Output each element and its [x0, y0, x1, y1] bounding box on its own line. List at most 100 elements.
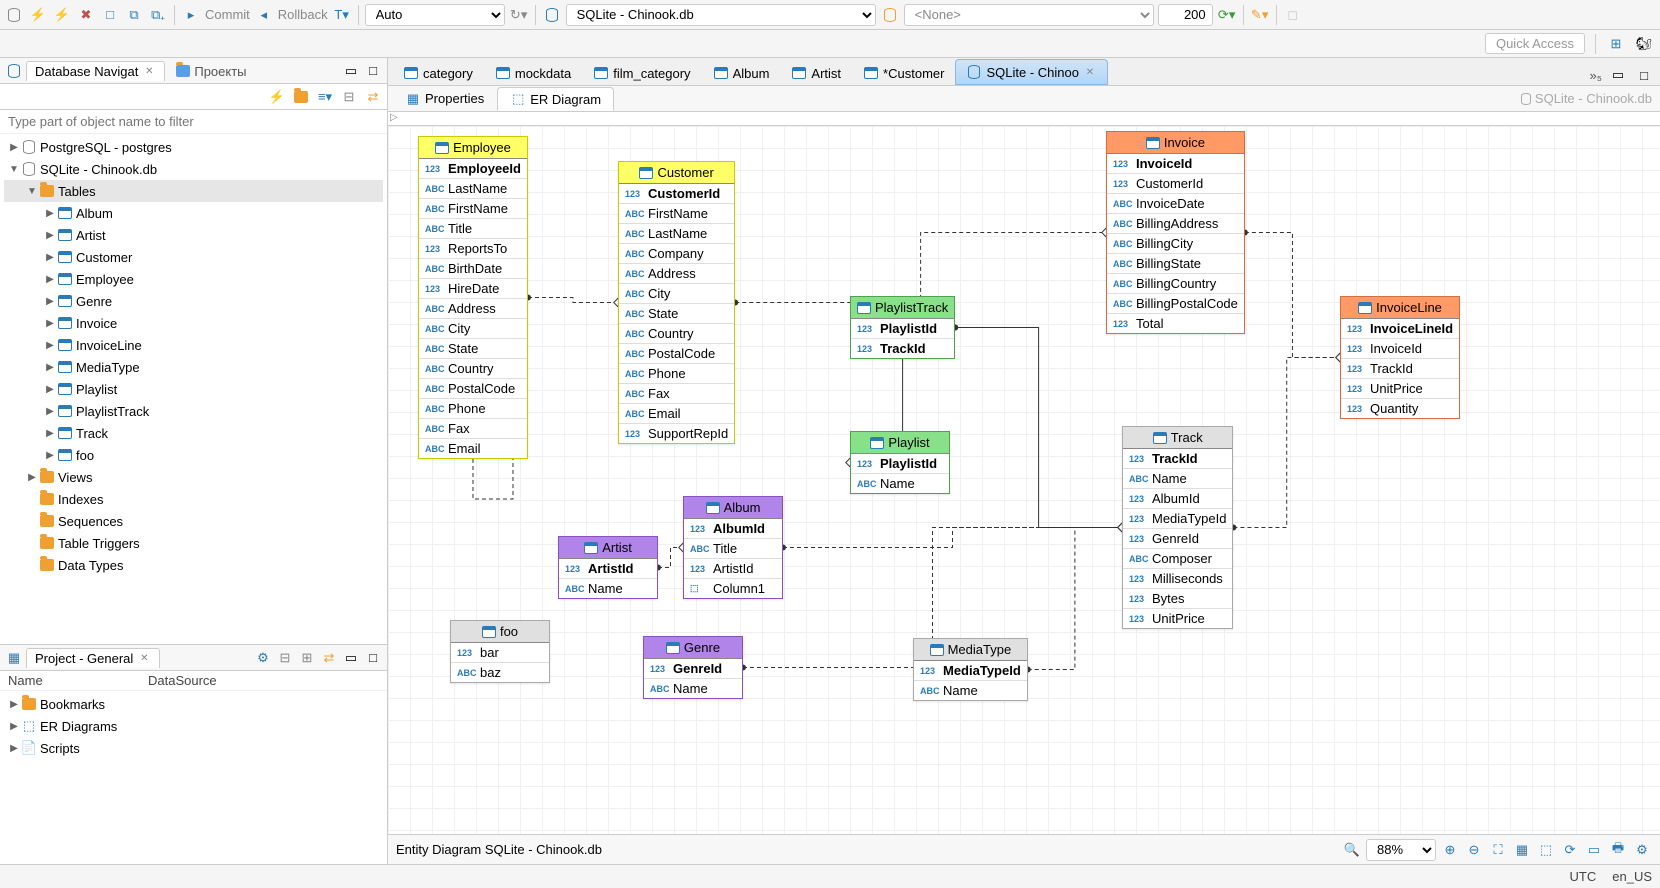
sql-editor-icon[interactable]: □: [100, 5, 120, 25]
entity-column[interactable]: 123Total: [1107, 313, 1244, 333]
entity-column[interactable]: 123InvoiceId: [1107, 154, 1244, 173]
search-icon[interactable]: 🔍: [1342, 840, 1362, 860]
tree-arrow-icon[interactable]: ▶: [44, 384, 56, 395]
entity-column[interactable]: ABCPostalCode: [419, 378, 527, 398]
entity-column[interactable]: ABCFax: [619, 383, 734, 403]
tree-arrow-icon[interactable]: ▶: [44, 428, 56, 439]
tree-item-playlist[interactable]: ▶Playlist: [4, 378, 383, 400]
tree-arrow-icon[interactable]: ▶: [44, 318, 56, 329]
tree-arrow-icon[interactable]: ▼: [26, 186, 38, 197]
entity-column[interactable]: ABCAddress: [419, 298, 527, 318]
project-item-scripts[interactable]: ▶📄Scripts: [4, 737, 383, 759]
entity-column[interactable]: 123AlbumId: [684, 519, 782, 538]
editor-tab-album[interactable]: Album: [702, 60, 781, 85]
expand-handle-icon[interactable]: ▷: [390, 112, 398, 123]
entity-column[interactable]: ABCCity: [419, 318, 527, 338]
entity-header[interactable]: foo: [451, 621, 549, 643]
recent-sql-icon[interactable]: ⧉₊: [148, 5, 168, 25]
refresh-icon[interactable]: ⟳▾: [1217, 5, 1237, 25]
zoom-in-icon[interactable]: ⊕: [1440, 840, 1460, 860]
tree-item-indexes[interactable]: Indexes: [4, 488, 383, 510]
close-icon[interactable]: ✕: [137, 651, 151, 665]
entity-column[interactable]: ABCbaz: [451, 662, 549, 682]
entity-column[interactable]: 123ArtistId: [559, 559, 657, 578]
entity-column[interactable]: 123SupportRepId: [619, 423, 734, 443]
status-locale[interactable]: en_US: [1612, 869, 1652, 884]
tree-item-sqlite-chinook-db[interactable]: ▼SQLite - Chinook.db: [4, 158, 383, 180]
entity-column[interactable]: ABCInvoiceDate: [1107, 193, 1244, 213]
tree-arrow-icon[interactable]: ▶: [8, 142, 20, 153]
entity-column[interactable]: ABCFirstName: [419, 198, 527, 218]
zoom-select[interactable]: 88%: [1366, 839, 1436, 861]
entity-column[interactable]: 123ReportsTo: [419, 238, 527, 258]
entity-genre[interactable]: Genre123GenreIdABCName: [643, 636, 743, 699]
collapse-icon[interactable]: ⊟: [339, 87, 359, 107]
entity-header[interactable]: Invoice: [1107, 132, 1244, 154]
history-icon[interactable]: ↻▾: [509, 5, 529, 25]
close-icon[interactable]: ✕: [142, 64, 156, 78]
tree-item-album[interactable]: ▶Album: [4, 202, 383, 224]
plug-icon[interactable]: ⚡: [267, 87, 287, 107]
entity-column[interactable]: 123MediaTypeId: [914, 661, 1027, 680]
marker-icon[interactable]: ✎▾: [1250, 5, 1270, 25]
nav-tree[interactable]: ▶PostgreSQL - postgres▼SQLite - Chinook.…: [0, 134, 387, 644]
entity-column[interactable]: ABCName: [559, 578, 657, 598]
tree-item-playlisttrack[interactable]: ▶PlaylistTrack: [4, 400, 383, 422]
grid-icon[interactable]: ▦: [1512, 840, 1532, 860]
entity-column[interactable]: 123InvoiceLineId: [1341, 319, 1459, 338]
tree-item-postgresql-postgres[interactable]: ▶PostgreSQL - postgres: [4, 136, 383, 158]
entity-column[interactable]: ABCCountry: [619, 323, 734, 343]
entity-header[interactable]: PlaylistTrack: [851, 297, 954, 319]
rollback-label[interactable]: Rollback: [278, 7, 328, 22]
new-folder-icon[interactable]: [291, 87, 311, 107]
entity-column[interactable]: 123PlaylistId: [851, 319, 954, 338]
entity-column[interactable]: 123Bytes: [1123, 588, 1232, 608]
entity-column[interactable]: ABCBillingCity: [1107, 233, 1244, 253]
entity-column[interactable]: 123AlbumId: [1123, 488, 1232, 508]
tree-item-artist[interactable]: ▶Artist: [4, 224, 383, 246]
entity-column[interactable]: 123CustomerId: [1107, 173, 1244, 193]
entity-column[interactable]: 123PlaylistId: [851, 454, 949, 473]
project-item-bookmarks[interactable]: ▶Bookmarks: [4, 693, 383, 715]
tree-arrow-icon[interactable]: ▶: [26, 472, 38, 483]
editor-tab-filmcategory[interactable]: film_category: [582, 60, 701, 85]
entity-mediatype[interactable]: MediaType123MediaTypeIdABCName: [913, 638, 1028, 701]
tree-arrow-icon[interactable]: ▼: [8, 164, 20, 175]
editor-tab-sqlitechinoo[interactable]: SQLite - Chinoo✕: [955, 59, 1108, 85]
tree-item-customer[interactable]: ▶Customer: [4, 246, 383, 268]
sql-editor-new-icon[interactable]: ⧉: [124, 5, 144, 25]
entity-artist[interactable]: Artist123ArtistIdABCName: [558, 536, 658, 599]
tree-item-genre[interactable]: ▶Genre: [4, 290, 383, 312]
project-tree[interactable]: ▶Bookmarks▶⬚ER Diagrams▶📄Scripts: [0, 691, 387, 864]
editor-tab-artist[interactable]: Artist: [780, 60, 852, 85]
config-icon[interactable]: ≡▾: [315, 87, 335, 107]
entity-column[interactable]: 123TrackId: [1341, 358, 1459, 378]
tree-arrow-icon[interactable]: ▶: [44, 274, 56, 285]
link-icon[interactable]: ⇄: [363, 87, 383, 107]
gear-icon[interactable]: ⚙: [1632, 840, 1652, 860]
tree-item-views[interactable]: ▶Views: [4, 466, 383, 488]
stop-icon[interactable]: ◻: [1283, 5, 1303, 25]
entity-column[interactable]: ABCLastName: [619, 223, 734, 243]
tree-arrow-icon[interactable]: ▶: [44, 406, 56, 417]
collapse-icon[interactable]: ⊟: [275, 648, 295, 668]
transaction-mode-icon[interactable]: T▾: [332, 5, 352, 25]
connect-icon[interactable]: ⚡: [52, 5, 72, 25]
entity-foo[interactable]: foo123barABCbaz: [450, 620, 550, 683]
tree-arrow-icon[interactable]: ▶: [8, 743, 20, 754]
entity-column[interactable]: 123TrackId: [851, 338, 954, 358]
tree-arrow-icon[interactable]: ▶: [8, 721, 20, 732]
perspective-icon[interactable]: ⊞: [1606, 34, 1626, 54]
entity-column[interactable]: ABCCountry: [419, 358, 527, 378]
quick-access-button[interactable]: Quick Access: [1485, 33, 1585, 54]
entity-column[interactable]: 123ArtistId: [684, 558, 782, 578]
tree-item-tables[interactable]: ▼Tables: [4, 180, 383, 202]
entity-column[interactable]: ABCBillingCountry: [1107, 273, 1244, 293]
entity-column[interactable]: ABCName: [644, 678, 742, 698]
rollback-icon[interactable]: ◂: [254, 5, 274, 25]
new-connection-icon[interactable]: ⚡: [28, 5, 48, 25]
entity-invoiceline[interactable]: InvoiceLine123InvoiceLineId123InvoiceId1…: [1340, 296, 1460, 419]
entity-column[interactable]: ABCCompany: [619, 243, 734, 263]
zoom-out-icon[interactable]: ⊖: [1464, 840, 1484, 860]
entity-track[interactable]: Track123TrackIdABCName123AlbumId123Media…: [1122, 426, 1233, 629]
